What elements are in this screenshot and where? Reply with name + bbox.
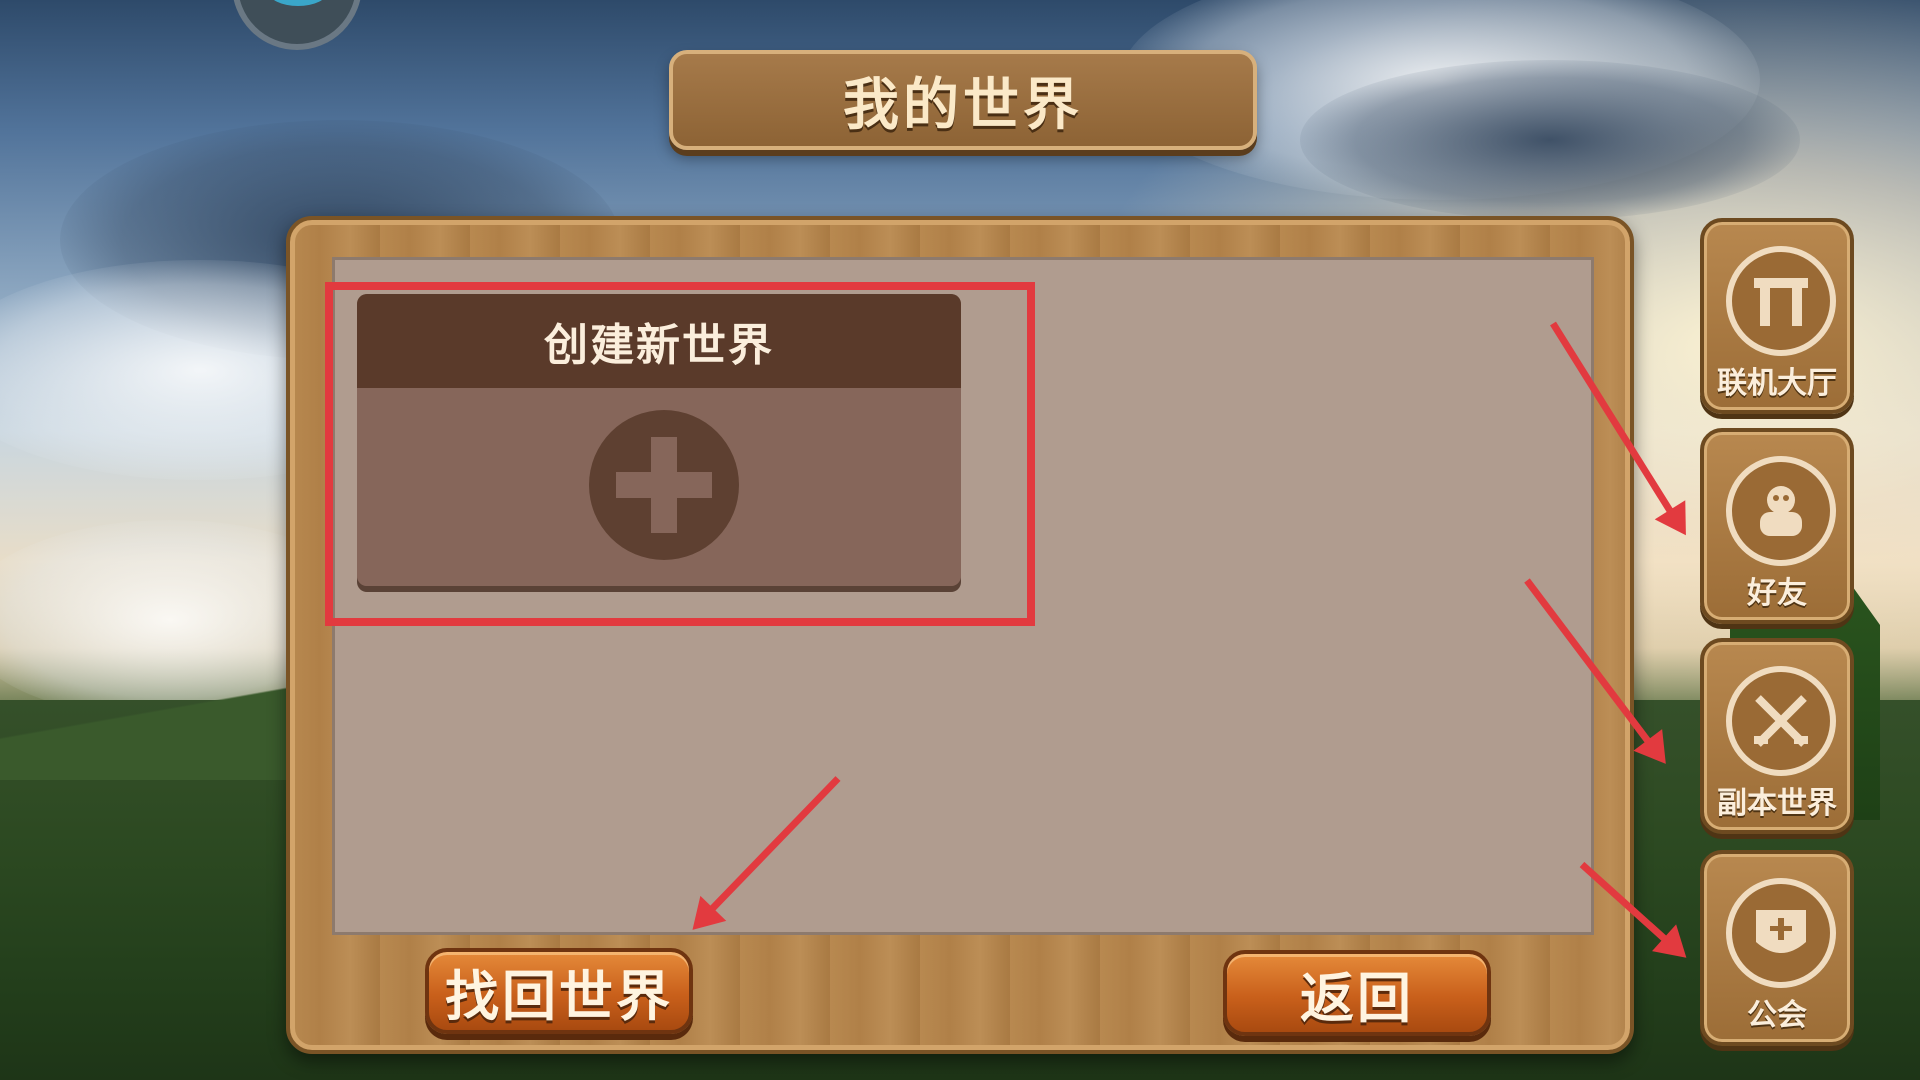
cloud: [1300, 60, 1800, 220]
friend-icon: [1726, 456, 1836, 566]
side-item-label: 副本世界: [1717, 786, 1837, 821]
side-item-lobby[interactable]: 联机大厅: [1700, 218, 1854, 414]
create-card-body: [357, 388, 961, 586]
side-item-label: 联机大厅: [1717, 366, 1837, 401]
side-item-dungeon[interactable]: 副本世界: [1700, 638, 1854, 834]
side-item-label: 好友: [1747, 576, 1807, 611]
plus-icon: [589, 410, 739, 560]
side-item-friends[interactable]: 好友: [1700, 428, 1854, 624]
player-avatar[interactable]: [232, 0, 362, 50]
create-new-world-button[interactable]: 创建新世界: [357, 294, 961, 586]
side-item-guild[interactable]: 公会: [1700, 850, 1854, 1046]
side-item-label: 公会: [1747, 998, 1807, 1033]
crossed-swords-icon: [1726, 666, 1836, 776]
recover-world-button[interactable]: 找回世界: [425, 948, 693, 1034]
back-button[interactable]: 返回: [1223, 950, 1491, 1036]
gate-icon: [1726, 246, 1836, 356]
avatar-icon: [268, 0, 328, 6]
page-title: 我的世界: [669, 50, 1257, 150]
guild-banner-icon: [1726, 878, 1836, 988]
create-new-world-label: 创建新世界: [357, 294, 961, 388]
